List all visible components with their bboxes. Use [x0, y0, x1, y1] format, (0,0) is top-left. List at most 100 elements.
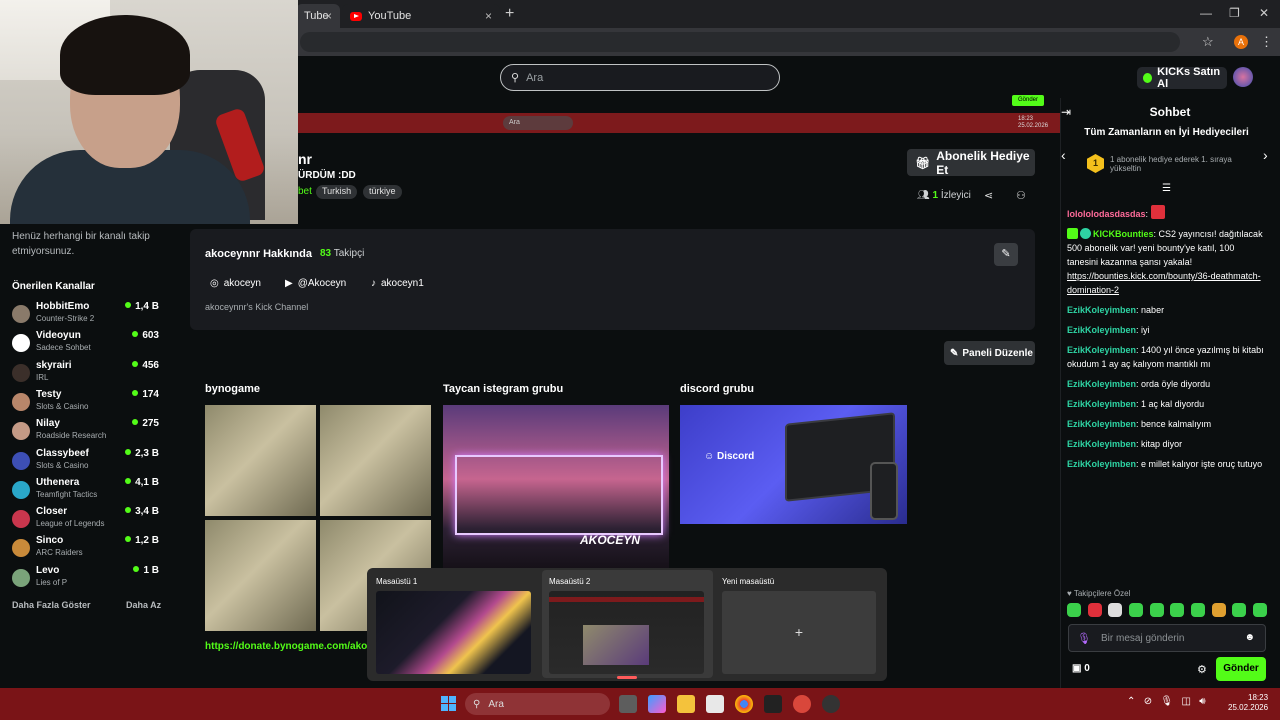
sidebar-channel-item[interactable]: Levo Lies of P 1 B — [12, 565, 162, 593]
discord-icon: ☺ — [704, 451, 717, 462]
sidebar-channel-item[interactable]: Classybeef Slots & Casino 2,3 B — [12, 448, 162, 476]
desktop-2-thumbnail[interactable] — [549, 591, 704, 674]
gift-subscription-button[interactable]: 🎁︎ Abonelik Hediye Et — [907, 149, 1035, 177]
pinned-toggle-icon[interactable]: ☰ — [1162, 183, 1171, 194]
search-input[interactable]: ⚲ Ara — [500, 64, 780, 91]
sidebar-channel-item[interactable]: Closer League of Legends 3,4 B — [12, 506, 162, 534]
money-image-tile — [205, 405, 316, 516]
chat-username[interactable]: KICKBounties — [1093, 229, 1154, 239]
sidebar-channel-item[interactable]: HobbitEmo Counter-Strike 2 1,4 B — [12, 301, 162, 329]
chat-username[interactable]: EzikKoleyimben — [1067, 419, 1136, 429]
chat-username[interactable]: EzikKoleyimben — [1067, 399, 1136, 409]
emote-icon[interactable] — [1149, 603, 1164, 617]
chat-link[interactable]: https://bounties.kick.com/bounty/36-deat… — [1067, 271, 1261, 295]
chat-username[interactable]: EzikKoleyimben — [1067, 345, 1136, 355]
tag-turkiye[interactable]: türkiye — [363, 185, 402, 199]
chevron-right-icon[interactable]: › — [1263, 147, 1268, 163]
channel-category: Teamfight Tactics — [36, 489, 98, 499]
emote-icon[interactable] — [1252, 603, 1267, 617]
youtube-link[interactable]: ▶ @Akoceyn — [285, 278, 346, 289]
sidebar-channel-item[interactable]: Testy Slots & Casino 174 — [12, 389, 162, 417]
copilot-icon[interactable] — [648, 695, 666, 713]
windows-taskbar — [0, 688, 1280, 720]
chat-settings-gear-icon[interactable]: ⚙ — [1197, 663, 1207, 676]
store-icon[interactable] — [706, 695, 724, 713]
address-input[interactable] — [300, 32, 1180, 52]
chat-message: EzikKoleyimben: iyi — [1067, 325, 1150, 335]
chat-username[interactable]: lolololodasdasdas — [1067, 209, 1146, 219]
clock-date: 25.02.2026 — [1228, 703, 1269, 712]
sidebar-channel-item[interactable]: Uthenera Teamfight Tactics 4,1 B — [12, 477, 162, 505]
emote-icon[interactable] — [1128, 603, 1143, 617]
show-less-button[interactable]: Daha Az — [126, 600, 161, 610]
tab-youtube-1[interactable]: Tube × — [296, 4, 340, 28]
edit-about-pencil-icon[interactable]: ✎ — [994, 243, 1018, 266]
akoceyn-logo-text: AKOCEYN — [580, 533, 641, 547]
menu-kebab-icon[interactable]: ⋮ — [1260, 34, 1273, 50]
new-tab-plus-icon[interactable]: + — [505, 5, 514, 23]
maximize-icon[interactable]: ❐ — [1229, 6, 1240, 20]
emote-icon[interactable] — [1190, 603, 1205, 617]
emoji-picker-icon[interactable]: ☻ — [1244, 632, 1255, 643]
chat-message-input[interactable]: 🎙︎ Bir mesaj gönderin ☻ — [1068, 624, 1266, 652]
start-windows-icon[interactable] — [441, 696, 456, 711]
tab-youtube-2[interactable]: YouTube × — [342, 4, 500, 28]
show-more-button[interactable]: Daha Fazla Göster — [12, 600, 91, 610]
emote-icon[interactable] — [1211, 603, 1226, 617]
emote-icon[interactable] — [1087, 603, 1102, 617]
chevron-left-icon[interactable]: ‹ — [1061, 147, 1066, 163]
emote-icon[interactable] — [1170, 603, 1185, 617]
app-icon[interactable] — [793, 695, 811, 713]
follow-user-icon[interactable]: ⚇ — [1016, 189, 1026, 202]
taskbar-search[interactable]: ⚲ Ara — [465, 693, 610, 715]
send-button[interactable]: Gönder — [1216, 657, 1266, 681]
discord-label: Discord — [717, 451, 755, 462]
chat-username[interactable]: EzikKoleyimben — [1067, 325, 1136, 335]
chat-message: EzikKoleyimben: 1 aç kal diyordu — [1067, 399, 1205, 409]
chat-username[interactable]: EzikKoleyimben — [1067, 439, 1136, 449]
epic-games-icon[interactable] — [764, 695, 782, 713]
steam-icon[interactable] — [822, 695, 840, 713]
emote-icon[interactable] — [1108, 603, 1123, 617]
channel-name: Videoyun — [36, 330, 81, 342]
sidebar-channel-item[interactable]: Sinco ARC Raiders 1,2 B — [12, 535, 162, 563]
viewer-count: 👥︎ 1 İzleyici — [917, 190, 971, 201]
donate-link[interactable]: https://donate.bynogame.com/akoceynnr — [205, 641, 368, 652]
channel-avatar — [12, 334, 30, 353]
sidebar-channel-item[interactable]: skyrairi IRL 456 — [12, 360, 162, 388]
bookmark-star-icon[interactable]: ☆ — [1202, 34, 1214, 50]
close-window-icon[interactable]: ✕ — [1259, 6, 1269, 20]
desktop-2-label: Masaüstü 2 — [549, 577, 591, 586]
mic-icon[interactable]: 🎙︎ — [1077, 632, 1091, 645]
close-tab-icon[interactable]: × — [485, 9, 492, 23]
sidebar-channel-item[interactable]: Videoyun Sadece Sohbet 603 — [12, 330, 162, 358]
profile-avatar[interactable]: A — [1234, 35, 1248, 49]
edit-panels-button[interactable]: ✎ Paneli Düzenle — [944, 341, 1035, 365]
share-icon[interactable]: ⋖ — [984, 189, 993, 202]
chat-username[interactable]: EzikKoleyimben — [1067, 459, 1136, 469]
emote-icon[interactable] — [1067, 603, 1081, 617]
desktop-1-thumbnail[interactable] — [376, 591, 531, 674]
tiktok-link[interactable]: ♪ akoceyn1 — [371, 278, 424, 289]
user-avatar[interactable] — [1233, 67, 1253, 87]
file-explorer-icon[interactable] — [677, 695, 695, 713]
emote-icon[interactable] — [1232, 603, 1247, 617]
webcam-overlay — [0, 0, 298, 224]
new-desktop-plus-icon[interactable]: + — [722, 591, 876, 674]
instagram-link[interactable]: ◎ akoceyn — [210, 278, 261, 289]
system-tray[interactable]: ⌃ ⊘ 🎙︎ ◫ 🔊︎ — [1127, 696, 1206, 707]
about-description: akoceynnr's Kick Channel — [205, 302, 309, 312]
sidebar-channel-item[interactable]: Nilay Roadside Research 275 — [12, 418, 162, 446]
taskbar-clock[interactable]: 18:23 25.02.2026 — [1228, 693, 1268, 713]
edit-panels-label: Paneli Düzenle — [962, 347, 1033, 359]
channel-points[interactable]: ▣ 0 — [1072, 663, 1090, 674]
close-tab-icon[interactable]: × — [325, 9, 332, 23]
tag-turkish[interactable]: Turkish — [316, 185, 358, 199]
buy-kicks-button[interactable]: KICKs Satın Al — [1137, 66, 1227, 90]
minimize-icon[interactable]: — — [1200, 6, 1212, 20]
chat-username[interactable]: EzikKoleyimben — [1067, 379, 1136, 389]
task-view-icon[interactable] — [619, 695, 637, 713]
chat-username[interactable]: EzikKoleyimben — [1067, 305, 1136, 315]
chrome-icon[interactable] — [735, 695, 753, 713]
stream-category-link[interactable]: bet — [298, 186, 312, 197]
